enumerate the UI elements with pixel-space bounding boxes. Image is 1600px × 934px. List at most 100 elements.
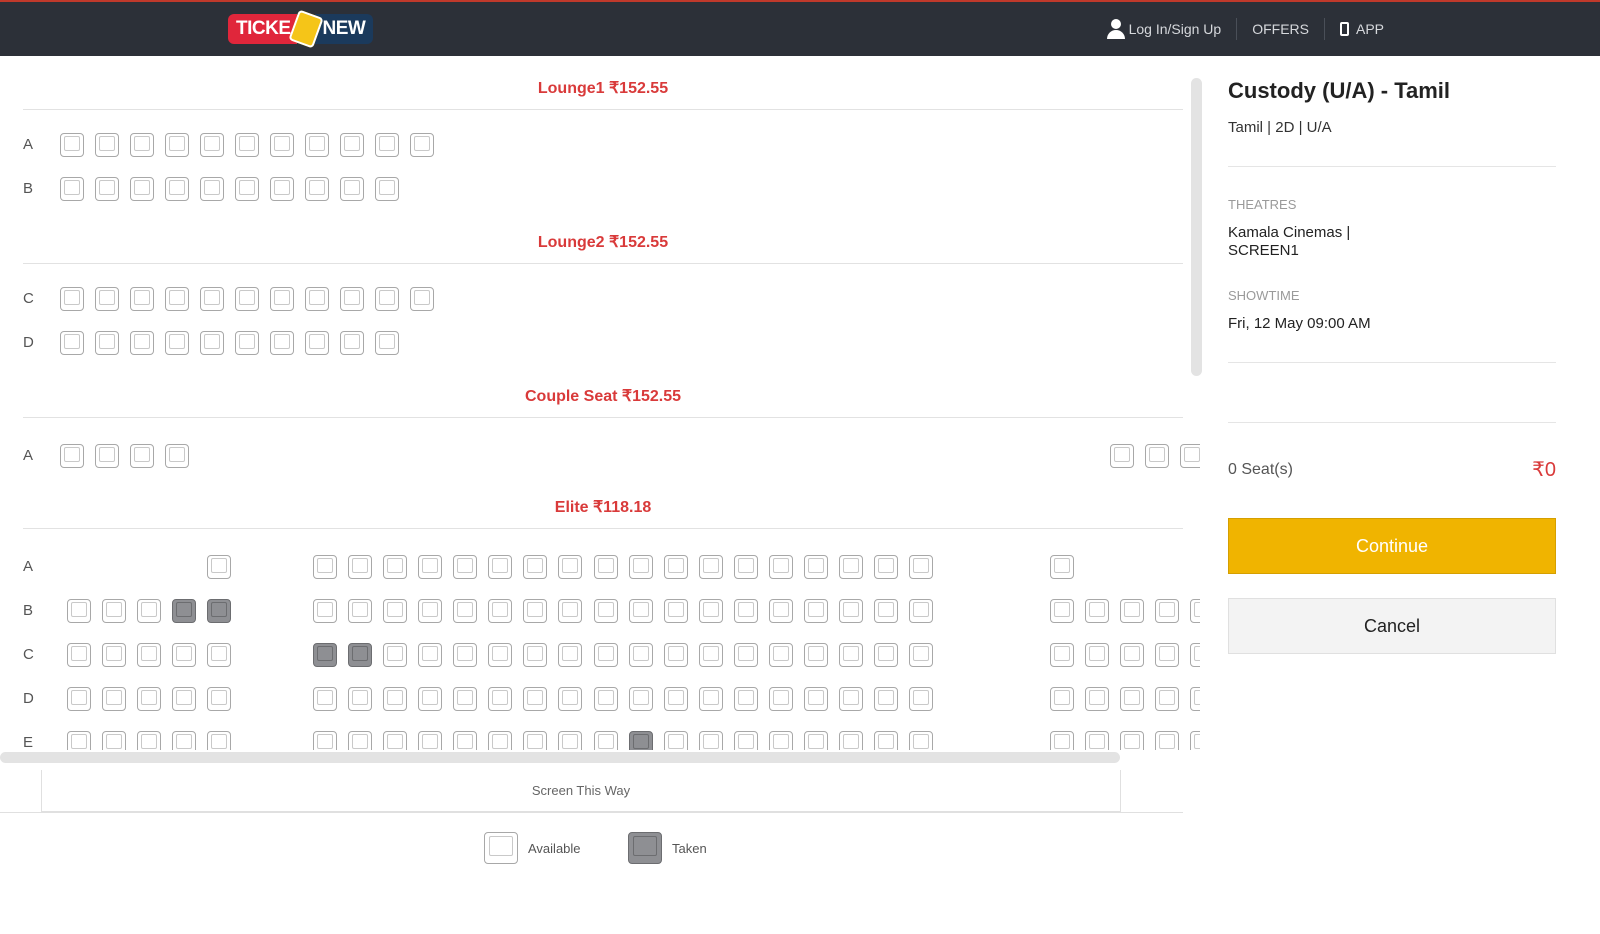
seat-available[interactable] xyxy=(95,287,119,311)
seat-available[interactable] xyxy=(1155,599,1179,623)
seat-available[interactable] xyxy=(207,643,231,667)
seat-available[interactable] xyxy=(734,599,758,623)
seat-available[interactable] xyxy=(1120,643,1144,667)
seat-available[interactable] xyxy=(699,643,723,667)
seat-available[interactable] xyxy=(270,331,294,355)
seat-available[interactable] xyxy=(348,731,372,750)
seat-available[interactable] xyxy=(1120,687,1144,711)
seat-available[interactable] xyxy=(102,599,126,623)
seat-available[interactable] xyxy=(874,555,898,579)
seat-available[interactable] xyxy=(594,687,618,711)
seat-available[interactable] xyxy=(839,555,863,579)
seat-available[interactable] xyxy=(488,643,512,667)
seat-available[interactable] xyxy=(1155,731,1179,750)
seat-available[interactable] xyxy=(60,287,84,311)
seat-available[interactable] xyxy=(305,177,329,201)
seat-available[interactable] xyxy=(375,177,399,201)
seat-available[interactable] xyxy=(410,133,434,157)
seat-available[interactable] xyxy=(1050,643,1074,667)
seat-available[interactable] xyxy=(664,687,688,711)
seat-available[interactable] xyxy=(270,287,294,311)
seat-available[interactable] xyxy=(909,555,933,579)
seat-available[interactable] xyxy=(629,643,653,667)
seat-available[interactable] xyxy=(172,731,196,750)
seat-available[interactable] xyxy=(804,643,828,667)
seat-available[interactable] xyxy=(102,687,126,711)
seat-available[interactable] xyxy=(909,731,933,750)
seat-available[interactable] xyxy=(200,177,224,201)
seat-available[interactable] xyxy=(383,687,407,711)
seat-available[interactable] xyxy=(523,555,547,579)
seat-available[interactable] xyxy=(1120,599,1144,623)
seat-available[interactable] xyxy=(375,133,399,157)
seat-available[interactable] xyxy=(383,643,407,667)
seat-available[interactable] xyxy=(172,687,196,711)
seat-available[interactable] xyxy=(172,643,196,667)
seat-available[interactable] xyxy=(1190,599,1200,623)
seat-available[interactable] xyxy=(165,331,189,355)
seat-available[interactable] xyxy=(1120,731,1144,750)
seat-available[interactable] xyxy=(558,555,582,579)
seat-available[interactable] xyxy=(1085,643,1109,667)
seat-available[interactable] xyxy=(699,599,723,623)
seat-available[interactable] xyxy=(629,599,653,623)
seat-available[interactable] xyxy=(200,133,224,157)
seat-available[interactable] xyxy=(558,643,582,667)
seat-available[interactable] xyxy=(874,731,898,750)
seat-available[interactable] xyxy=(375,287,399,311)
seat-available[interactable] xyxy=(130,444,154,468)
seat-available[interactable] xyxy=(137,731,161,750)
seat-available[interactable] xyxy=(67,643,91,667)
seat-available[interactable] xyxy=(1155,643,1179,667)
seat-available[interactable] xyxy=(60,177,84,201)
seat-available[interactable] xyxy=(1085,599,1109,623)
seat-available[interactable] xyxy=(453,687,477,711)
seat-available[interactable] xyxy=(734,731,758,750)
seat-available[interactable] xyxy=(1155,687,1179,711)
seat-available[interactable] xyxy=(523,599,547,623)
seat-available[interactable] xyxy=(594,731,618,750)
seat-available[interactable] xyxy=(348,599,372,623)
seat-available[interactable] xyxy=(313,687,337,711)
seat-available[interactable] xyxy=(95,331,119,355)
seat-available[interactable] xyxy=(734,643,758,667)
seat-available[interactable] xyxy=(313,599,337,623)
seat-available[interactable] xyxy=(130,287,154,311)
seat-available[interactable] xyxy=(664,599,688,623)
seat-available[interactable] xyxy=(305,287,329,311)
seat-available[interactable] xyxy=(769,599,793,623)
seat-available[interactable] xyxy=(558,599,582,623)
seat-available[interactable] xyxy=(523,687,547,711)
seat-available[interactable] xyxy=(418,731,442,750)
seat-available[interactable] xyxy=(165,177,189,201)
seat-available[interactable] xyxy=(305,331,329,355)
seat-available[interactable] xyxy=(418,643,442,667)
seat-available[interactable] xyxy=(270,177,294,201)
seat-available[interactable] xyxy=(594,599,618,623)
seat-available[interactable] xyxy=(340,287,364,311)
ticketnew-logo[interactable]: TICKE NEW xyxy=(228,9,374,49)
seat-available[interactable] xyxy=(313,555,337,579)
seat-available[interactable] xyxy=(699,731,723,750)
seat-available[interactable] xyxy=(418,555,442,579)
seat-available[interactable] xyxy=(769,643,793,667)
seat-available[interactable] xyxy=(909,643,933,667)
seat-available[interactable] xyxy=(200,331,224,355)
seat-available[interactable] xyxy=(410,287,434,311)
cancel-button[interactable]: Cancel xyxy=(1228,598,1556,654)
seat-available[interactable] xyxy=(1050,731,1074,750)
seat-available[interactable] xyxy=(67,599,91,623)
seat-available[interactable] xyxy=(629,555,653,579)
seat-available[interactable] xyxy=(165,287,189,311)
seat-available[interactable] xyxy=(1190,687,1200,711)
seat-available[interactable] xyxy=(200,287,224,311)
seat-available[interactable] xyxy=(488,731,512,750)
seat-available[interactable] xyxy=(102,731,126,750)
seat-available[interactable] xyxy=(488,555,512,579)
seat-available[interactable] xyxy=(60,331,84,355)
seat-available[interactable] xyxy=(804,687,828,711)
seat-available[interactable] xyxy=(839,643,863,667)
seat-available[interactable] xyxy=(804,555,828,579)
seat-available[interactable] xyxy=(1050,687,1074,711)
horizontal-scrollbar[interactable] xyxy=(0,752,1120,763)
